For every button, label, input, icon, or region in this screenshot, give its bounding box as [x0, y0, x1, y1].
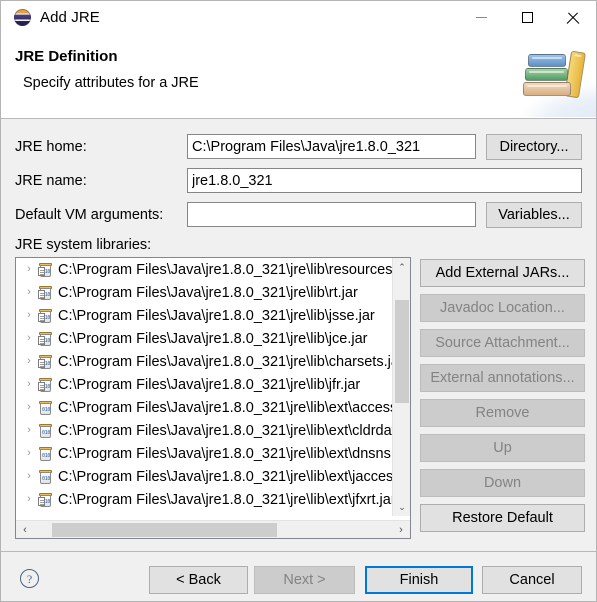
external-annotations-button: External annotations... — [420, 364, 585, 392]
tree-horizontal-scrollbar[interactable]: ‹ › — [16, 520, 410, 538]
source-attachment-button: Source Attachment... — [420, 329, 585, 357]
tree-row[interactable]: › 010 C:\Program Files\Java\jre1.8.0_321\j… — [16, 258, 392, 281]
chevron-right-icon[interactable]: › — [21, 425, 37, 436]
horizontal-scroll-thumb[interactable] — [51, 523, 278, 537]
tree-row-label: C:\Program Files\Java\jre1.8.0_321\jre\l… — [58, 422, 392, 439]
chevron-right-icon[interactable]: › — [21, 494, 37, 505]
chevron-right-icon[interactable]: › — [21, 333, 37, 344]
chevron-right-icon[interactable]: › — [21, 356, 37, 367]
tree-vertical-scrollbar[interactable]: ⌃ ⌄ — [392, 258, 410, 516]
jar-icon: 010 — [37, 400, 53, 416]
tree-row[interactable]: › 010 C:\Program Files\Java\jre1.8.0_321\j… — [16, 327, 392, 350]
help-icon[interactable]: ? — [20, 569, 39, 588]
directory-button[interactable]: Directory... — [486, 134, 582, 160]
chevron-right-icon[interactable]: › — [21, 448, 37, 459]
maximize-button[interactable] — [504, 1, 550, 34]
up-button: Up — [420, 434, 585, 462]
jre-home-input[interactable] — [187, 134, 476, 159]
jar-icon: 010 — [37, 469, 53, 485]
books-stack-icon — [523, 48, 587, 104]
tree-row-label: C:\Program Files\Java\jre1.8.0_321\jre\l… — [58, 261, 392, 278]
page-title: JRE Definition — [15, 48, 118, 65]
jar-with-source-icon: 010 — [37, 377, 53, 393]
tree-row-label: C:\Program Files\Java\jre1.8.0_321\jre\l… — [58, 353, 392, 370]
scroll-right-icon[interactable]: › — [392, 521, 410, 538]
jar-with-source-icon: 010 — [37, 285, 53, 301]
chevron-right-icon[interactable]: › — [21, 264, 37, 275]
restore-default-button[interactable]: Restore Default — [420, 504, 585, 532]
jre-home-label: JRE home: — [15, 139, 87, 155]
jar-icon: 010 — [37, 423, 53, 439]
jar-with-source-icon: 010 — [37, 262, 53, 278]
jre-system-libraries-tree[interactable]: › 010 C:\Program Files\Java\jre1.8.0_321\j… — [15, 257, 411, 539]
jre-system-libraries-label: JRE system libraries: — [15, 237, 152, 253]
chevron-right-icon[interactable]: › — [21, 379, 37, 390]
vertical-scroll-thumb[interactable] — [395, 300, 409, 403]
header-artwork — [509, 34, 596, 117]
tree-row[interactable]: › 010 C:\Program Files\Java\jre1.8.0_321\j… — [16, 350, 392, 373]
book-tan — [523, 82, 571, 96]
add-external-jars-button[interactable]: Add External JARs... — [420, 259, 585, 287]
tree-row-label: C:\Program Files\Java\jre1.8.0_321\jre\l… — [58, 445, 392, 462]
tree-row-label: C:\Program Files\Java\jre1.8.0_321\jre\l… — [58, 330, 368, 347]
window-title: Add JRE — [40, 9, 100, 26]
scroll-left-icon[interactable]: ‹ — [16, 521, 34, 538]
tree-row[interactable]: › 010 C:\Program Files\Java\jre1.8.0_321\j… — [16, 396, 392, 419]
scroll-down-icon[interactable]: ⌄ — [393, 498, 410, 516]
dialog-header: JRE Definition Specify attributes for a … — [1, 34, 596, 119]
jar-with-source-icon: 010 — [37, 331, 53, 347]
page-subtitle: Specify attributes for a JRE — [23, 75, 199, 91]
tree-row[interactable]: › 010 C:\Program Files\Java\jre1.8.0_321\j… — [16, 304, 392, 327]
tree-row-label: C:\Program Files\Java\jre1.8.0_321\jre\l… — [58, 376, 361, 393]
back-button[interactable]: < Back — [149, 566, 248, 594]
tree-row-label: C:\Program Files\Java\jre1.8.0_321\jre\l… — [58, 399, 392, 416]
maximize-icon — [521, 12, 533, 23]
tree-row[interactable]: › 010 C:\Program Files\Java\jre1.8.0_321\j… — [16, 281, 392, 304]
tree-row[interactable]: › 010 C:\Program Files\Java\jre1.8.0_321\j… — [16, 419, 392, 442]
javadoc-location-button: Javadoc Location... — [420, 294, 585, 322]
book-blue — [528, 54, 566, 67]
eclipse-globe-icon — [14, 9, 31, 26]
jre-name-input[interactable] — [187, 168, 582, 193]
chevron-right-icon[interactable]: › — [21, 402, 37, 413]
vm-arguments-input[interactable] — [187, 202, 476, 227]
tree-row-label: C:\Program Files\Java\jre1.8.0_321\jre\l… — [58, 284, 358, 301]
variables-button[interactable]: Variables... — [486, 202, 582, 228]
book-green — [525, 68, 568, 81]
tree-row[interactable]: › 010 C:\Program Files\Java\jre1.8.0_321\j… — [16, 465, 392, 488]
minimize-button[interactable] — [458, 1, 504, 34]
tree-row-list: › 010 C:\Program Files\Java\jre1.8.0_321\j… — [16, 258, 392, 516]
next-button: Next > — [254, 566, 355, 594]
add-jre-dialog: Add JRE JRE Definition Specify attribute… — [0, 0, 597, 602]
close-button[interactable] — [550, 1, 596, 34]
chevron-right-icon[interactable]: › — [21, 471, 37, 482]
window-controls — [458, 1, 596, 34]
finish-button[interactable]: Finish — [365, 566, 473, 594]
chevron-right-icon[interactable]: › — [21, 310, 37, 321]
dialog-body: JRE home: Directory... JRE name: Default… — [1, 120, 596, 551]
jre-name-label: JRE name: — [15, 173, 87, 189]
tree-row[interactable]: › 010 C:\Program Files\Java\jre1.8.0_321\j… — [16, 373, 392, 396]
remove-button: Remove — [420, 399, 585, 427]
tree-row-label: C:\Program Files\Java\jre1.8.0_321\jre\l… — [58, 468, 392, 485]
tree-row[interactable]: › 010 C:\Program Files\Java\jre1.8.0_321\j… — [16, 488, 392, 511]
vm-arguments-label: Default VM arguments: — [15, 207, 164, 223]
close-icon — [567, 11, 580, 24]
chevron-right-icon[interactable]: › — [21, 287, 37, 298]
tree-row[interactable]: › 010 C:\Program Files\Java\jre1.8.0_321\j… — [16, 442, 392, 465]
scroll-up-icon[interactable]: ⌃ — [393, 258, 410, 276]
jar-with-source-icon: 010 — [37, 492, 53, 508]
jar-with-source-icon: 010 — [37, 308, 53, 324]
jar-with-source-icon: 010 — [37, 354, 53, 370]
tree-row-label: C:\Program Files\Java\jre1.8.0_321\jre\l… — [58, 307, 375, 324]
cancel-button[interactable]: Cancel — [482, 566, 582, 594]
down-button: Down — [420, 469, 585, 497]
minimize-icon — [475, 17, 487, 18]
jar-icon: 010 — [37, 446, 53, 462]
tree-row-label: C:\Program Files\Java\jre1.8.0_321\jre\l… — [58, 491, 392, 508]
title-bar: Add JRE — [1, 1, 596, 34]
